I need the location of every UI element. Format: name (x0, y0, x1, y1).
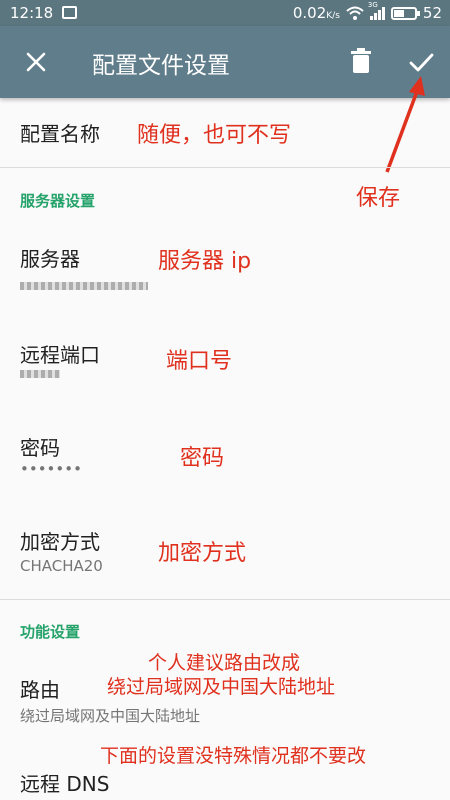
route-item[interactable]: 路由 (20, 674, 60, 703)
route-value: 绕过局域网及中国大陆地址 (20, 707, 201, 725)
page-title: 配置文件设置 (92, 53, 230, 79)
signal-icon: 3G (368, 1, 385, 20)
bottom-note-annotation: 下面的设置没特殊情况都不要改 (100, 745, 367, 767)
server-item[interactable]: 服务器 (20, 243, 80, 272)
wifi-icon (346, 6, 364, 20)
battery-icon (390, 6, 420, 20)
remote-dns-item[interactable]: 远程 DNS (20, 768, 109, 797)
network-speed: 0.02K/s (293, 4, 340, 22)
server-value-blurred (20, 282, 148, 290)
image-notification-icon (62, 6, 77, 19)
password-annotation: 密码 (180, 446, 225, 471)
divider (0, 167, 450, 168)
remote-port-item[interactable]: 远程端口 (20, 339, 100, 368)
encryption-item[interactable]: 加密方式 (20, 526, 100, 555)
password-item[interactable]: 密码 (20, 432, 60, 461)
save-annotation: 保存 (356, 186, 401, 211)
divider (0, 599, 450, 600)
server-section-header: 服务器设置 (20, 192, 96, 210)
profile-name-annotation: 随便，也可不写 (137, 123, 292, 148)
status-right: 0.02K/s 3G 52 (293, 1, 442, 22)
port-value-blurred (20, 370, 60, 378)
port-annotation: 端口号 (166, 349, 233, 374)
encryption-annotation: 加密方式 (158, 541, 247, 566)
route-annotation-line2: 绕过局域网及中国大陆地址 (107, 676, 336, 698)
encryption-value: CHACHA20 (20, 557, 103, 575)
signal-tag: 3G (367, 1, 378, 9)
close-icon[interactable] (22, 48, 50, 76)
battery-level: 52 (422, 4, 442, 22)
network-speed-value: 0.02 (292, 4, 327, 22)
trash-icon[interactable] (350, 48, 372, 74)
function-section-header: 功能设置 (20, 623, 81, 641)
route-annotation-line1: 个人建议路由改成 (148, 652, 301, 674)
save-arrow-annotation (385, 76, 425, 173)
profile-name-item[interactable]: 配置名称 (20, 118, 100, 147)
status-bar: 12:18 0.02K/s 3G 52 (0, 0, 450, 26)
status-time: 12:18 (10, 4, 54, 22)
server-annotation: 服务器 ip (158, 249, 252, 274)
network-speed-unit: K/s (326, 11, 340, 21)
password-value: ••••••• (20, 460, 82, 478)
